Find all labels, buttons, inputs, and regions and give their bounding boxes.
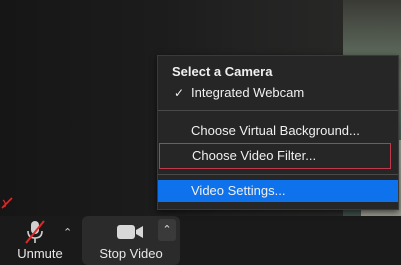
menu-item-label: Video Settings... bbox=[191, 183, 286, 198]
menu-item-virtual-background[interactable]: Choose Virtual Background... bbox=[158, 119, 398, 143]
unmute-label: Unmute bbox=[17, 246, 63, 261]
audio-options-caret-icon[interactable]: ⌃ bbox=[63, 226, 72, 239]
video-camera-icon bbox=[117, 225, 143, 239]
menu-title: Select a Camera bbox=[172, 64, 273, 79]
muted-indicator-icon bbox=[1, 197, 13, 209]
video-options-caret-button[interactable]: ⌃ bbox=[158, 219, 176, 241]
menu-item-video-filter[interactable]: Choose Video Filter... bbox=[159, 143, 391, 169]
check-icon: ✓ bbox=[174, 86, 185, 100]
menu-item-label: Choose Video Filter... bbox=[192, 148, 317, 163]
microphone-muted-icon bbox=[25, 220, 45, 244]
unmute-button[interactable]: Unmute bbox=[0, 216, 80, 265]
stop-video-label: Stop Video bbox=[99, 246, 163, 261]
menu-divider bbox=[158, 174, 398, 175]
menu-divider bbox=[158, 110, 398, 111]
menu-item-video-settings[interactable]: Video Settings... bbox=[158, 180, 398, 202]
menu-item-integrated-webcam[interactable]: ✓ Integrated Webcam bbox=[158, 81, 398, 105]
camera-menu: Select a Camera ✓ Integrated Webcam Choo… bbox=[157, 55, 399, 210]
menu-item-label: Choose Virtual Background... bbox=[191, 123, 360, 138]
meeting-toolbar: Unmute ⌃ Stop Video bbox=[0, 216, 401, 265]
menu-item-label: Integrated Webcam bbox=[191, 85, 305, 100]
